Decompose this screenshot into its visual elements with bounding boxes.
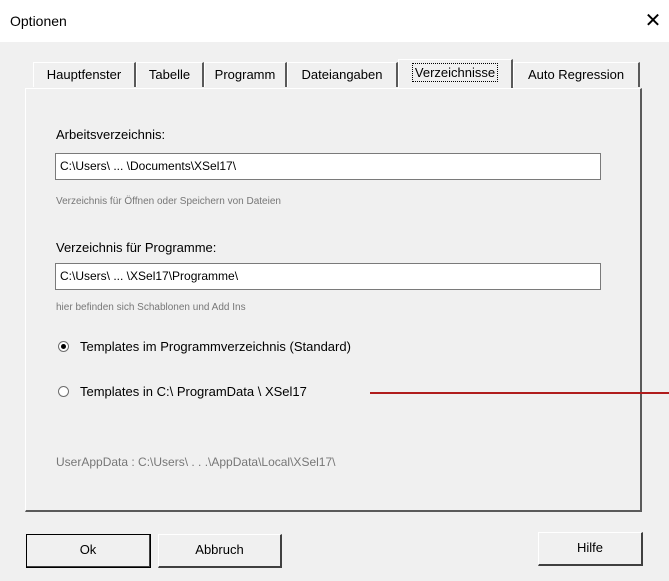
title-bar: Optionen ✕: [0, 0, 669, 42]
prog-dir-input[interactable]: C:\Users\ ... \XSel17\Programme\: [55, 263, 601, 290]
radio-button-selected[interactable]: [58, 341, 69, 352]
work-dir-input[interactable]: C:\Users\ ... \Documents\XSel17\: [55, 153, 601, 180]
work-dir-hint: Verzeichnis für Öffnen oder Speichern vo…: [56, 196, 281, 207]
work-dir-label: Arbeitsverzeichnis:: [56, 127, 166, 142]
tab-auto-regression[interactable]: Auto Regression: [513, 62, 640, 87]
tab-strip: Hauptfenster Tabelle Programm Dateiangab…: [0, 59, 669, 88]
radio-templates-standard[interactable]: Templates im Programmverzeichnis (Standa…: [58, 339, 418, 357]
prog-dir-label: Verzeichnis für Programme:: [56, 240, 217, 255]
tab-dateiangaben[interactable]: Dateiangaben: [287, 62, 398, 87]
radio-templates-standard-label: Templates im Programmverzeichnis (Standa…: [80, 339, 351, 354]
radio-templates-programdata[interactable]: Templates in C:\ ProgramData \ XSel17: [58, 384, 378, 402]
radio-button-unselected[interactable]: [58, 386, 69, 397]
help-button[interactable]: Hilfe: [538, 532, 643, 566]
cancel-button[interactable]: Abbruch: [158, 534, 282, 568]
tab-verzeichnisse[interactable]: Verzeichnisse: [398, 59, 513, 88]
prog-dir-hint: hier befinden sich Schablonen und Add In…: [56, 302, 246, 313]
radio-templates-programdata-label: Templates in C:\ ProgramData \ XSel17: [80, 384, 307, 399]
tab-tabelle[interactable]: Tabelle: [136, 62, 204, 87]
ok-button[interactable]: Ok: [26, 534, 151, 568]
tab-programm[interactable]: Programm: [204, 62, 287, 87]
window-title: Optionen: [10, 13, 67, 29]
close-icon[interactable]: ✕: [641, 10, 665, 32]
tab-hauptfenster[interactable]: Hauptfenster: [33, 62, 136, 87]
tab-panel-verzeichnisse: [25, 88, 642, 512]
userappdata-path: UserAppData : C:\Users\ . . .\AppData\Lo…: [56, 455, 336, 469]
annotation-line: [370, 392, 669, 394]
